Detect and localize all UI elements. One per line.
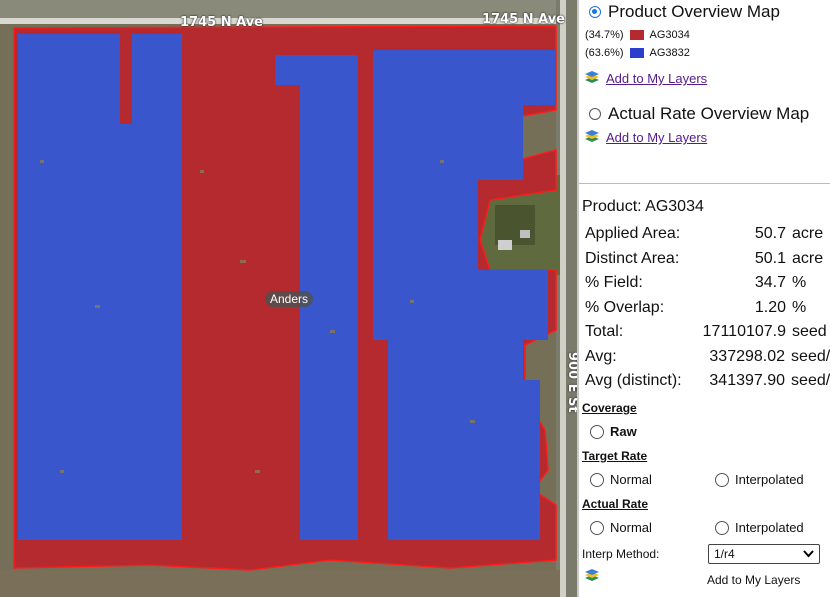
side-panel: Product Overview Map (34.7%) AG3034 (63.… [579,0,830,597]
stat-row: Avg (distinct): 341397.90 seed/ [585,372,830,390]
legend-row-ag3034: (34.7%) AG3034 [585,29,690,41]
stat-row: % Overlap: 1.20% [585,298,807,316]
legend-swatch [629,30,644,40]
interp-method-value: 1/r4 [714,547,735,561]
road-label-north-left: 1745 N Ave [180,15,264,30]
add-layers-row-1[interactable]: Add to My Layers [584,70,707,86]
product-ag3832-strip [373,50,523,180]
road-label-north-right: 1745 N Ave [482,12,566,27]
stat-row: Avg: 337298.02 seed/ [585,347,830,365]
actual-normal-label: Normal [610,520,652,535]
raw-label: Raw [610,424,637,439]
raw-radio[interactable] [590,424,604,439]
product-title: Product: AG3034 [582,198,704,215]
stat-row: Distinct Area: 50.1 acre [585,249,824,267]
actual-normal-option[interactable]: Normal [590,520,652,535]
coverage-heading: Coverage [582,401,637,415]
target-interpolated-label: Interpolated [735,472,804,487]
field-map[interactable]: 1745 N Ave 1745 N Ave 900 E St Anders [0,0,577,597]
add-to-layers-link[interactable]: Add to My Layers [606,130,707,145]
target-normal-radio[interactable] [590,472,604,487]
interp-method-select[interactable]: 1/r4 [708,544,820,564]
stat-row: Total: 17110107.9 seed [585,323,827,341]
target-interpolated-radio[interactable] [715,472,729,487]
field-name-tag[interactable]: Anders [265,291,314,307]
actual-rate-overview-map-option[interactable]: Actual Rate Overview Map [589,104,809,124]
target-interpolated-option[interactable]: Interpolated [715,472,804,487]
interp-method-label: Interp Method: [582,547,660,561]
chevron-down-icon [803,547,814,561]
layers-icon [585,569,599,581]
stat-row: Applied Area: 50.7 acre [585,225,824,243]
road-label-east: 900 E St [565,352,577,413]
panel-separator [579,183,830,184]
add-to-layers-link[interactable]: Add to My Layers [707,573,800,587]
legend-pct: (63.6%) [585,47,624,59]
legend-row-ag3832: (63.6%) AG3832 [585,47,690,59]
stat-row: % Field: 34.7% [585,274,807,292]
add-layers-row-2[interactable]: Add to My Layers [584,129,707,145]
actual-rate-heading: Actual Rate [582,497,649,511]
actual-interpolated-label: Interpolated [735,520,804,535]
product-overview-map-option[interactable]: Product Overview Map [589,2,780,22]
actual-rate-map-radio[interactable] [589,108,601,120]
target-rate-heading: Target Rate [582,449,648,463]
product-map-radio[interactable] [589,6,601,18]
actual-rate-map-label: Actual Rate Overview Map [608,104,810,123]
actual-normal-radio[interactable] [590,520,604,535]
target-normal-label: Normal [610,472,652,487]
layers-icon-bottom[interactable] [584,568,600,589]
target-normal-option[interactable]: Normal [590,472,652,487]
layers-icon [585,71,599,83]
legend-name: AG3832 [649,47,690,59]
product-stats: Applied Area: 50.7 acre Distinct Area: 50.1… [585,222,830,394]
legend-name: AG3034 [649,29,690,41]
product-ag3832-strip [18,34,182,540]
legend-swatch [629,48,644,58]
legend-pct: (34.7%) [585,29,624,41]
layers-icon [585,130,599,142]
actual-interpolated-option[interactable]: Interpolated [715,520,804,535]
add-to-layers-link[interactable]: Add to My Layers [606,71,707,86]
raw-option[interactable]: Raw [590,424,637,439]
actual-interpolated-radio[interactable] [715,520,729,535]
product-map-label: Product Overview Map [608,2,780,21]
